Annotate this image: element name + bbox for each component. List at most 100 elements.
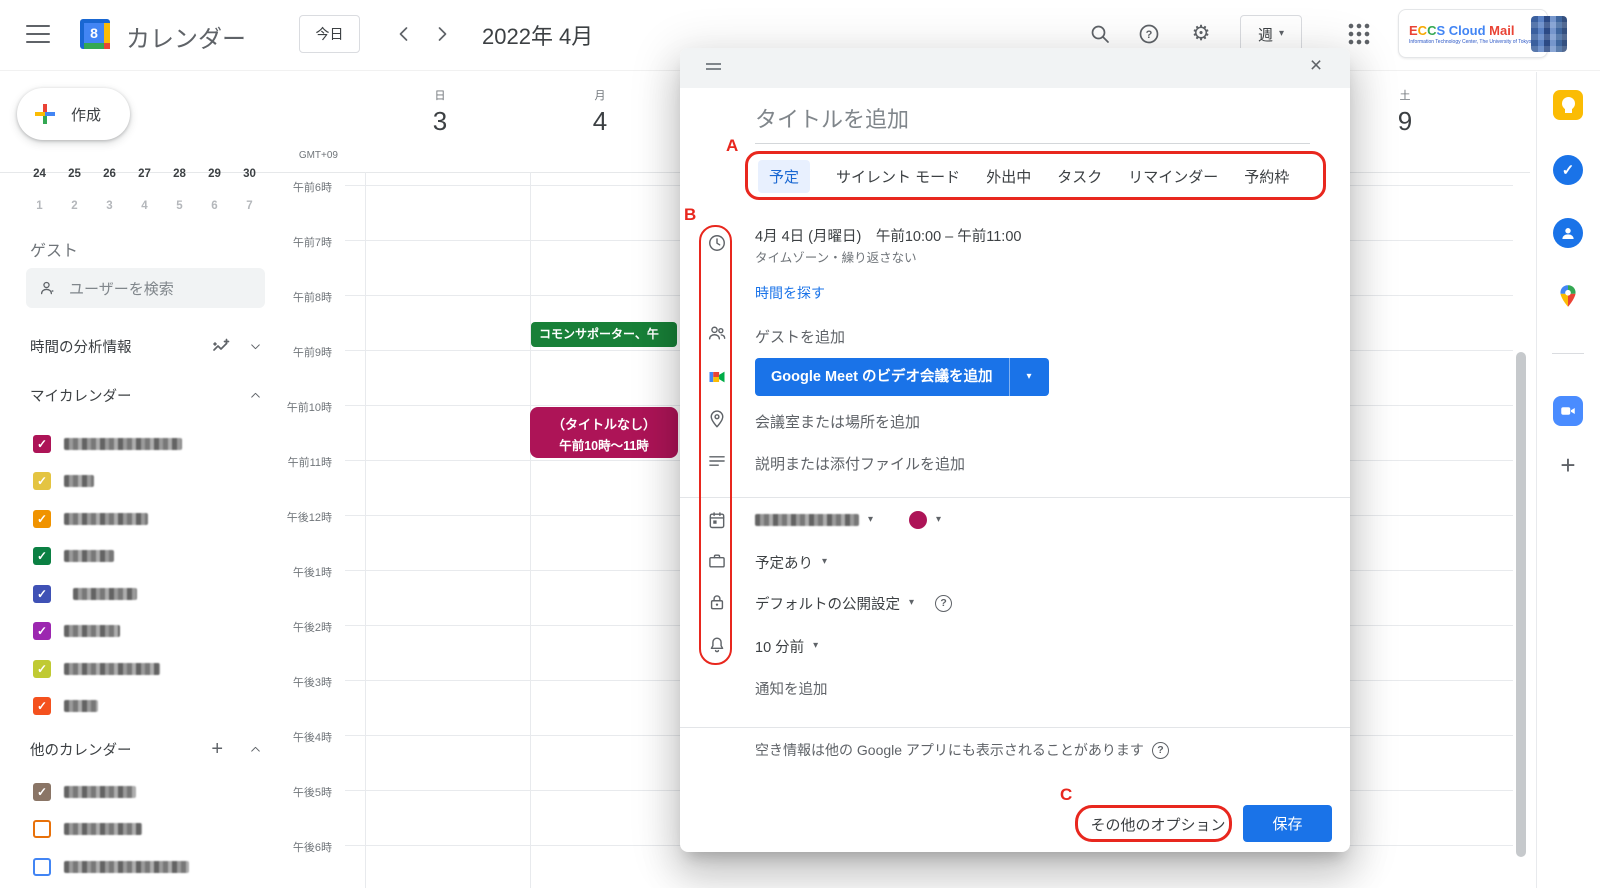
calendar-checkbox[interactable]: ✓ bbox=[33, 660, 51, 678]
side-panel-section-divider bbox=[1552, 353, 1584, 354]
minical-date[interactable]: 6 bbox=[197, 200, 232, 212]
minical-date[interactable]: 5 bbox=[162, 200, 197, 212]
minical-date[interactable]: 7 bbox=[232, 200, 267, 212]
next-arrow-icon[interactable] bbox=[430, 22, 454, 46]
calendar-list-item[interactable]: ✓ bbox=[33, 613, 182, 651]
event-common-supporter[interactable]: コモンサポーター、午 bbox=[531, 322, 677, 347]
minical-date[interactable]: 30 bbox=[232, 168, 267, 180]
calendar-select-row[interactable]: ▾ ▾ bbox=[755, 508, 941, 532]
tasks-icon[interactable]: ✓ bbox=[1553, 155, 1583, 185]
check-icon: ✓ bbox=[37, 588, 47, 600]
minical-date[interactable]: 27 bbox=[127, 168, 162, 180]
calendar-list-item[interactable]: ✓ bbox=[33, 575, 182, 613]
google-apps-grid-icon[interactable] bbox=[1348, 23, 1370, 45]
minical-date[interactable]: 29 bbox=[197, 168, 232, 180]
calendar-list-item[interactable]: ✓ bbox=[33, 811, 189, 849]
event-timezone-recurrence[interactable]: タイムゾーン・繰り返さない bbox=[755, 247, 917, 266]
create-button[interactable]: 作成 bbox=[17, 88, 130, 140]
event-title-input[interactable]: タイトルを追加 bbox=[755, 102, 1310, 144]
hamburger-menu-icon[interactable] bbox=[26, 25, 50, 43]
day-number[interactable]: 4 bbox=[560, 106, 640, 137]
add-meet-button[interactable]: Google Meet のビデオ会議を追加 ▾ bbox=[755, 358, 1049, 396]
get-add-ons-icon[interactable]: + bbox=[1553, 450, 1583, 480]
google-meet-icon bbox=[707, 367, 727, 387]
event-type-tab[interactable]: 予約枠 bbox=[1244, 160, 1289, 193]
minical-date[interactable]: 2 bbox=[57, 200, 92, 212]
contacts-icon[interactable] bbox=[1553, 218, 1583, 248]
add-description-field[interactable]: 説明または添付ファイルを追加 bbox=[755, 453, 965, 474]
meet-options-dropdown[interactable]: ▾ bbox=[1009, 358, 1049, 396]
my-calendars-list: ✓ ✓ ✓ ✓ ✓ ✓ ✓ ✓ bbox=[33, 425, 182, 725]
day-number[interactable]: 3 bbox=[400, 106, 480, 137]
event-type-tab[interactable]: リマインダー bbox=[1128, 160, 1218, 193]
hour-label: 午後1時 bbox=[293, 564, 332, 580]
event-no-title[interactable]: （タイトルなし） 午前10時〜11時 bbox=[530, 407, 678, 458]
calendar-list-item[interactable]: ✓ bbox=[33, 650, 182, 688]
calendar-checkbox[interactable]: ✓ bbox=[33, 585, 51, 603]
minical-date[interactable]: 1 bbox=[22, 200, 57, 212]
reminder-select-row[interactable]: 10 分前 ▾ bbox=[755, 634, 818, 658]
minical-date[interactable]: 3 bbox=[92, 200, 127, 212]
day-number[interactable]: 9 bbox=[1365, 106, 1445, 137]
current-date-range: 2022年 4月 bbox=[482, 19, 593, 51]
maps-icon[interactable] bbox=[1553, 281, 1583, 311]
day-header-sunday[interactable]: 日 3 bbox=[400, 87, 480, 137]
minical-date[interactable]: 26 bbox=[92, 168, 127, 180]
help-icon[interactable]: ? bbox=[1137, 22, 1161, 46]
add-location-field[interactable]: 会議室または場所を追加 bbox=[755, 411, 920, 432]
settings-gear-icon[interactable]: ⚙ bbox=[1189, 22, 1213, 46]
calendar-list-item[interactable]: ✓ bbox=[33, 500, 182, 538]
busy-select-row[interactable]: 予定あり ▾ bbox=[755, 550, 827, 574]
help-icon[interactable]: ? bbox=[1152, 742, 1169, 759]
visibility-select-row[interactable]: デフォルトの公開設定 ▾ ? bbox=[755, 591, 952, 615]
day-header-saturday[interactable]: 土 9 bbox=[1365, 87, 1445, 137]
keep-icon[interactable] bbox=[1553, 90, 1583, 120]
day-header-monday[interactable]: 月 4 bbox=[560, 87, 640, 137]
calendar-checkbox[interactable]: ✓ bbox=[33, 472, 51, 490]
calendar-checkbox[interactable]: ✓ bbox=[33, 547, 51, 565]
calendar-checkbox[interactable]: ✓ bbox=[33, 622, 51, 640]
dialog-drag-bar[interactable]: × bbox=[680, 48, 1350, 88]
event-type-tab[interactable]: 予定 bbox=[758, 160, 810, 193]
event-type-tab[interactable]: 外出中 bbox=[986, 160, 1031, 193]
calendar-checkbox[interactable]: ✓ bbox=[33, 820, 51, 838]
calendar-list-item[interactable]: ✓ bbox=[33, 463, 182, 501]
add-notification-link[interactable]: 通知を追加 bbox=[755, 678, 828, 699]
minical-date[interactable]: 28 bbox=[162, 168, 197, 180]
find-a-time-link[interactable]: 時間を探す bbox=[755, 283, 825, 303]
calendar-checkbox[interactable]: ✓ bbox=[33, 435, 51, 453]
account-card[interactable]: ECCS Cloud Mail Information Technology C… bbox=[1398, 9, 1548, 58]
annotation-label-c: C bbox=[1060, 785, 1072, 805]
add-guests-field[interactable]: ゲストを追加 bbox=[755, 326, 845, 347]
event-datetime[interactable]: 4月 4日 (月曜日) 午前10:00 – 午前11:00 bbox=[755, 225, 1021, 246]
calendar-list-item[interactable]: ✓ bbox=[33, 688, 182, 726]
calendar-color-dot[interactable] bbox=[909, 511, 927, 529]
calendar-checkbox[interactable]: ✓ bbox=[33, 510, 51, 528]
hour-label: 午後6時 bbox=[293, 839, 332, 855]
calendar-checkbox[interactable]: ✓ bbox=[33, 697, 51, 715]
minical-date[interactable]: 25 bbox=[57, 168, 92, 180]
today-button[interactable]: 今日 bbox=[299, 15, 360, 53]
calendar-checkbox[interactable]: ✓ bbox=[33, 858, 51, 876]
notification-bell-icon bbox=[707, 635, 727, 655]
calendar-list-item[interactable]: ✓ bbox=[33, 425, 182, 463]
calendar-list-item[interactable]: ✓ bbox=[33, 538, 182, 576]
drag-handle-icon[interactable] bbox=[706, 63, 721, 73]
calendar-checkbox[interactable]: ✓ bbox=[33, 783, 51, 801]
minical-date[interactable]: 4 bbox=[127, 200, 162, 212]
zoom-app-icon[interactable] bbox=[1553, 396, 1583, 426]
more-options-button[interactable]: その他のオプション bbox=[1082, 814, 1234, 835]
calendar-list-item[interactable]: ✓ bbox=[33, 848, 189, 886]
calendar-list-item[interactable]: ✓ bbox=[33, 773, 189, 811]
search-icon[interactable] bbox=[1088, 22, 1112, 46]
event-type-tab[interactable]: サイレント モード bbox=[836, 160, 960, 193]
event-type-tab[interactable]: タスク bbox=[1057, 160, 1102, 193]
minical-date[interactable]: 24 bbox=[22, 168, 57, 180]
vertical-scrollbar[interactable] bbox=[1516, 352, 1526, 857]
close-icon[interactable]: × bbox=[1300, 50, 1332, 82]
save-button[interactable]: 保存 bbox=[1243, 805, 1332, 842]
calendar-logo-icon[interactable]: 8 bbox=[76, 15, 114, 58]
redacted-calendar-name bbox=[64, 513, 148, 525]
prev-arrow-icon[interactable] bbox=[392, 22, 416, 46]
help-icon[interactable]: ? bbox=[935, 595, 952, 612]
